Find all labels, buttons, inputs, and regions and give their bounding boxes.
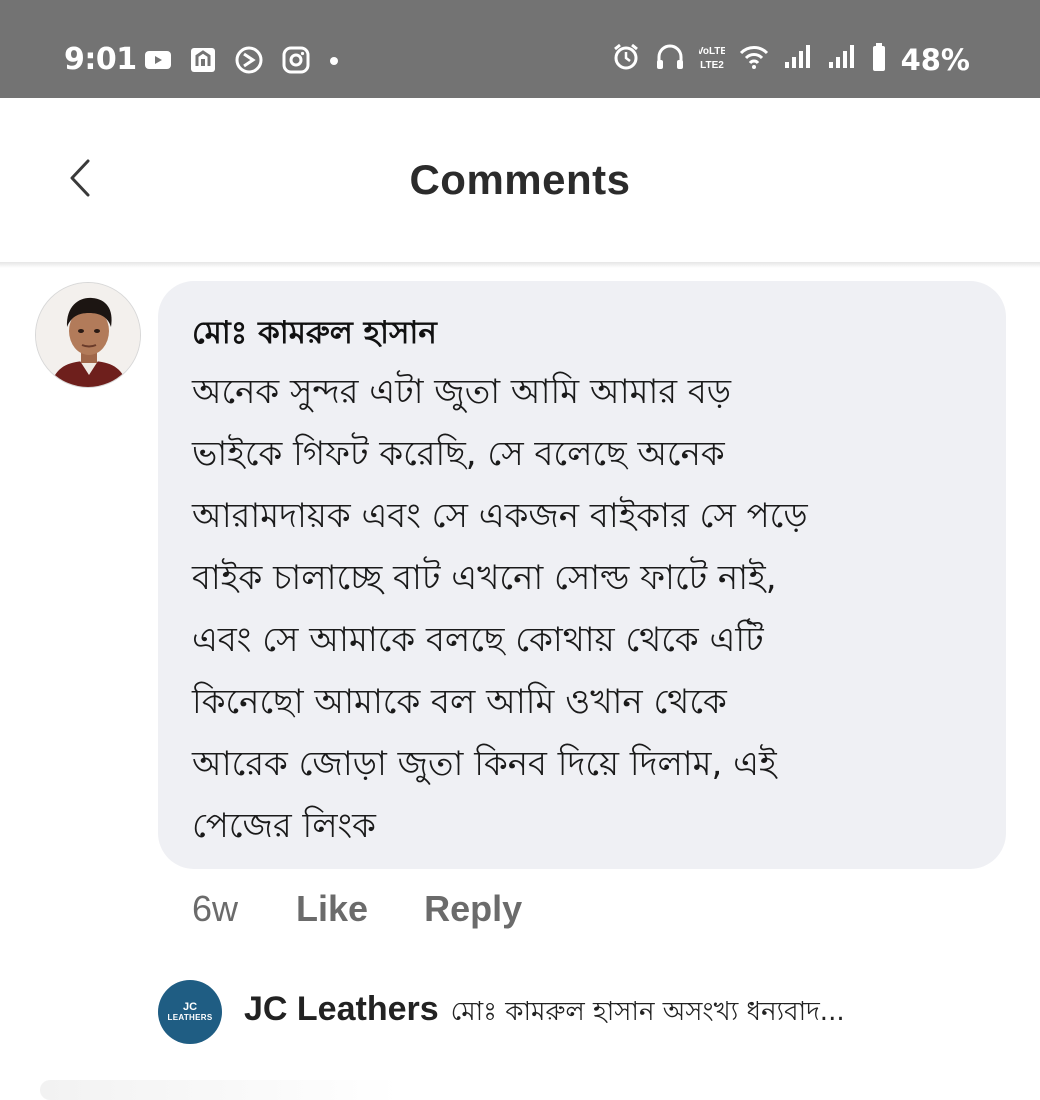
- comment-line: কিনেছো আমাকে বল আমি ওখান থেকে: [192, 682, 727, 722]
- svg-text:LTE2: LTE2: [700, 60, 724, 71]
- next-comment-partial: [40, 1080, 400, 1100]
- signal-1-icon: [783, 44, 813, 75]
- reply-author[interactable]: JC Leathers: [244, 990, 439, 1029]
- battery-icon: [871, 42, 887, 77]
- comment-line: বাইক চালাচ্ছে বাট এখনো সোল্ড ফাটে নাই,: [192, 558, 777, 598]
- battery-percent: 48%: [900, 42, 970, 77]
- status-left-icons: [144, 45, 340, 80]
- status-bar: 9:01 VoLTE LTE2 48%: [0, 0, 1040, 98]
- sync-icon: [234, 45, 264, 80]
- notification-dot: [328, 54, 340, 72]
- like-button[interactable]: Like: [296, 888, 368, 930]
- signal-2-icon: [827, 44, 857, 75]
- comment-line: আরেক জোড়া জুতা কিনব দিয়ে দিলাম, এই: [192, 744, 777, 784]
- comment-line: পেজের লিংক: [192, 806, 376, 846]
- avatar[interactable]: [35, 282, 141, 388]
- instagram-icon: [282, 46, 310, 79]
- comment-bubble[interactable]: মোঃ কামরুল হাসান অনেক সুন্দর এটা জুতা আম…: [158, 281, 1006, 869]
- avatar-logo-text-bottom: LEATHERS: [167, 1013, 213, 1022]
- comment-line: আরামদায়ক এবং সে একজন বাইকার সে পড়ে: [192, 496, 808, 536]
- comments-header: Comments: [0, 98, 1040, 262]
- comment-actions: 6w Like Reply: [192, 888, 522, 930]
- reply-snippet: মোঃ কামরুল হাসান অসংখ্য ধন্যবাদ...: [450, 997, 845, 1027]
- headphones-icon: [655, 43, 685, 76]
- comment-author[interactable]: মোঃ কামরুল হাসান: [192, 309, 437, 361]
- status-time: 9:01: [64, 42, 137, 77]
- profile-photo-icon: [36, 283, 140, 387]
- alarm-icon: [611, 42, 641, 77]
- wifi-icon: [739, 44, 769, 75]
- reply-button[interactable]: Reply: [424, 888, 522, 930]
- comment-line: এবং সে আমাকে বলছে কোথায় থেকে এটি: [192, 620, 764, 660]
- comment-timestamp: 6w: [192, 888, 239, 929]
- comment-line: ভাইকে গিফট করেছি, সে বলেছে অনেক: [192, 434, 725, 474]
- volte-icon: VoLTE LTE2: [696, 43, 727, 76]
- nfc-icon: [190, 47, 216, 78]
- header-divider: [0, 262, 1040, 268]
- reply-avatar[interactable]: JC LEATHERS: [158, 980, 222, 1044]
- status-right-icons: VoLTE LTE2 48%: [611, 42, 970, 77]
- youtube-icon: [144, 49, 172, 76]
- reply-preview[interactable]: JC Leathers মোঃ কামরুল হাসান অসংখ্য ধন্য…: [244, 990, 845, 1035]
- comment-text: অনেক সুন্দর এটা জুতা আমি আমার বড় ভাইকে …: [192, 361, 992, 857]
- svg-text:VoLTE: VoLTE: [699, 46, 725, 57]
- page-title: Comments: [409, 156, 631, 203]
- avatar-logo-text-top: JC: [182, 1001, 198, 1013]
- comment-line: অনেক সুন্দর এটা জুতা আমি আমার বড়: [192, 372, 732, 412]
